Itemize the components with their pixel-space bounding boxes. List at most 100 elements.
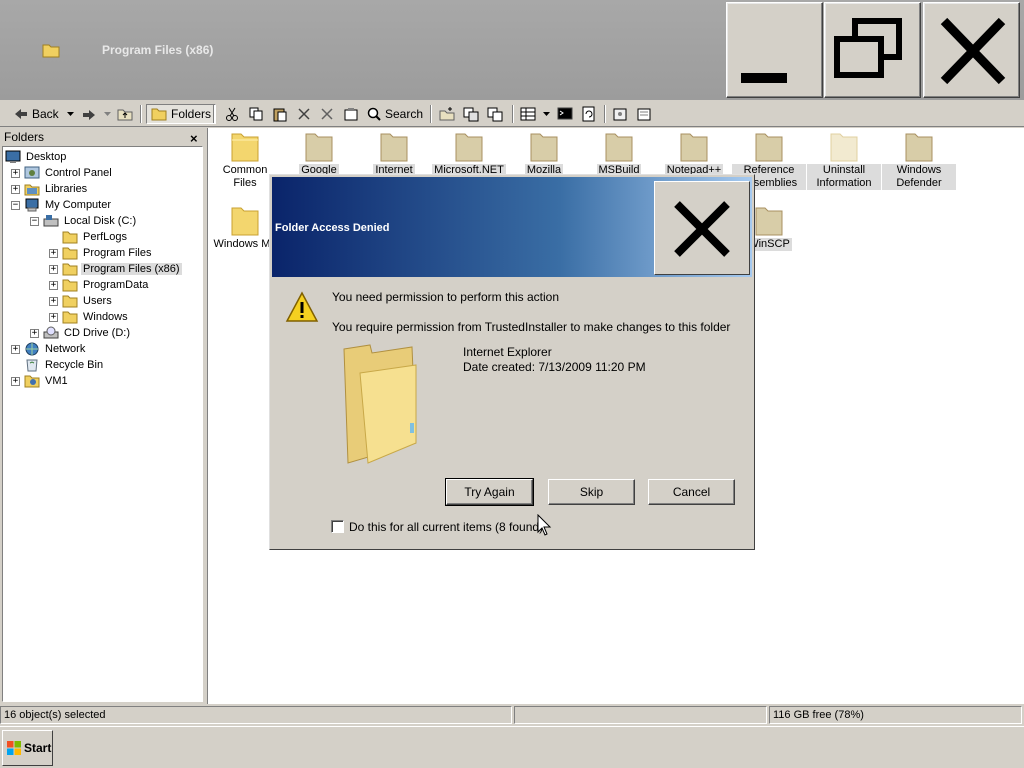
start-button[interactable]: Start — [2, 730, 53, 766]
window-title: Program Files (x86) — [102, 43, 214, 57]
tree-item-vm1[interactable]: + VM1 — [11, 373, 70, 389]
folder-icon — [42, 44, 60, 58]
folder-item[interactable]: Microsoft.NET — [432, 130, 506, 177]
properties-icon[interactable] — [343, 106, 359, 122]
expand-icon[interactable]: + — [11, 168, 20, 178]
folder-icon — [905, 133, 933, 162]
network-icon — [25, 342, 39, 356]
delete-icon[interactable] — [319, 106, 335, 122]
tree-item-recycle-bin[interactable]: Recycle Bin — [11, 357, 105, 373]
views-dropdown-icon[interactable] — [543, 112, 550, 116]
copy-to-icon[interactable] — [487, 106, 503, 122]
tree-item-users[interactable]: + Users — [49, 293, 114, 309]
dialog-title: Folder Access Denied — [275, 222, 390, 234]
folders-button[interactable]: Folders — [146, 104, 217, 124]
search-label: Search — [385, 107, 424, 121]
folder-icon — [755, 207, 783, 236]
cancel-button[interactable]: Cancel — [648, 479, 735, 505]
new-folder-icon[interactable] — [439, 106, 455, 122]
sync-icon[interactable] — [581, 106, 597, 122]
taskbar: Start — [0, 726, 1024, 768]
item-name: Internet Explorer — [463, 345, 552, 359]
folder-icon — [530, 133, 558, 162]
item-date: Date created: 7/13/2009 11:20 PM — [463, 360, 646, 374]
forward-arrow-icon[interactable] — [82, 109, 96, 121]
folder-item[interactable]: MSBuild — [582, 130, 656, 177]
folder-access-denied-dialog: Folder Access Denied You need permission… — [269, 174, 755, 550]
tree-item-my-computer[interactable]: − My Computer — [11, 197, 113, 213]
search-button[interactable]: Search — [367, 104, 423, 124]
folder-icon — [455, 133, 483, 162]
expand-icon[interactable]: + — [30, 328, 39, 338]
tree-item-perflogs[interactable]: PerfLogs — [49, 229, 129, 245]
expand-icon[interactable]: + — [11, 344, 20, 354]
close-pane-icon[interactable]: × — [190, 131, 198, 146]
control-panel-icon — [24, 166, 40, 179]
close-button[interactable] — [923, 2, 1020, 98]
dialog-message: You need permission to perform this acti… — [332, 290, 560, 304]
options-icon[interactable] — [612, 106, 628, 122]
expand-icon[interactable]: + — [49, 248, 58, 258]
expand-icon[interactable]: + — [49, 312, 58, 322]
folder-icon — [62, 311, 78, 324]
collapse-icon[interactable]: − — [30, 216, 39, 226]
expand-icon[interactable]: + — [49, 296, 58, 306]
expand-icon[interactable]: + — [49, 280, 58, 290]
paste-icon[interactable] — [272, 106, 288, 122]
folder-item[interactable]: Notepad++ — [657, 130, 731, 177]
folder-icon — [305, 133, 333, 162]
tree-item-programdata[interactable]: + ProgramData — [49, 277, 150, 293]
mouse-cursor-icon — [537, 514, 552, 536]
folder-tree: Desktop + Control Panel + Libraries − My… — [2, 146, 203, 702]
recycle-bin-icon — [26, 359, 38, 372]
command-prompt-icon[interactable] — [557, 106, 573, 122]
folder-icon — [231, 133, 259, 162]
folder-item[interactable]: Windows Defender — [882, 130, 956, 190]
folder-item[interactable]: Uninstall Information — [807, 130, 881, 190]
restore-button[interactable] — [824, 2, 921, 98]
tree-item-program-files-x86[interactable]: + Program Files (x86) — [49, 261, 182, 277]
back-dropdown-icon[interactable] — [67, 112, 74, 116]
folder-icon — [680, 133, 708, 162]
tree-item-control-panel[interactable]: + Control Panel — [11, 165, 114, 181]
cut-icon[interactable] — [224, 106, 240, 122]
move-to-icon[interactable] — [463, 106, 479, 122]
forward-dropdown-icon[interactable] — [104, 112, 111, 116]
status-bar: 16 object(s) selected 116 GB free (78%) — [0, 704, 1024, 726]
skip-button[interactable]: Skip — [548, 479, 635, 505]
folder-item[interactable]: Mozilla — [507, 130, 581, 177]
delete-icon[interactable] — [296, 106, 312, 122]
copy-icon[interactable] — [248, 106, 264, 122]
tree-item-network[interactable]: + Network — [11, 341, 87, 357]
expand-icon[interactable]: + — [11, 376, 20, 386]
folder-options-icon[interactable] — [636, 106, 652, 122]
folders-icon — [151, 108, 167, 121]
expand-icon[interactable]: + — [49, 264, 58, 274]
folder-icon — [380, 133, 408, 162]
tree-item-cd-drive[interactable]: + CD Drive (D:) — [30, 325, 132, 341]
tree-item-program-files[interactable]: + Program Files — [49, 245, 153, 261]
apply-all-checkbox[interactable] — [331, 520, 344, 533]
dialog-close-button[interactable] — [654, 181, 750, 275]
folder-icon — [62, 295, 78, 308]
status-empty-panel — [514, 706, 767, 724]
dialog-title-bar: Folder Access Denied — [272, 177, 752, 277]
expand-icon[interactable]: + — [11, 184, 20, 194]
folder-item[interactable]: Internet — [357, 130, 431, 177]
computer-icon — [25, 198, 39, 212]
up-folder-icon[interactable] — [117, 107, 133, 121]
cd-drive-icon — [43, 326, 59, 339]
tree-item-desktop[interactable]: Desktop — [5, 149, 68, 165]
status-selection: 16 object(s) selected — [0, 706, 512, 724]
try-again-button[interactable]: Try Again — [445, 478, 534, 506]
folder-item[interactable]: Google — [282, 130, 356, 177]
views-icon[interactable] — [520, 106, 536, 122]
minimize-button[interactable] — [726, 2, 823, 98]
collapse-icon[interactable]: − — [11, 200, 20, 210]
folder-icon — [605, 133, 633, 162]
tree-item-local-disk[interactable]: − Local Disk (C:) — [30, 213, 138, 229]
apply-all-label: Do this for all current items (8 found) — [349, 520, 544, 534]
tree-item-libraries[interactable]: + Libraries — [11, 181, 89, 197]
back-button[interactable]: Back — [14, 104, 59, 124]
tree-item-windows[interactable]: + Windows — [49, 309, 130, 325]
